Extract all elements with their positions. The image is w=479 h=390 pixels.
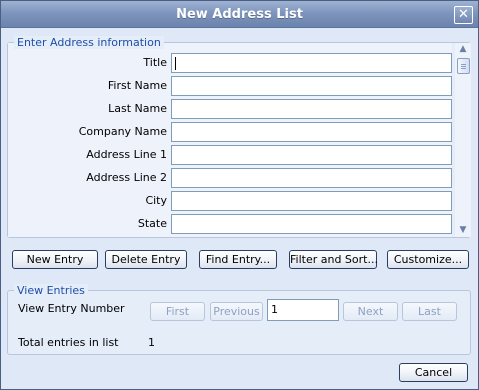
customize-button[interactable]: Customize...	[387, 250, 469, 269]
delete-entry-button[interactable]: Delete Entry	[105, 250, 187, 269]
new-address-list-dialog: New Address List ✕ Title First Name Last…	[0, 0, 479, 390]
field-row-last-name: Last Name	[8, 99, 452, 119]
first-button[interactable]: First	[150, 302, 205, 321]
address-line-2-field[interactable]	[171, 168, 452, 188]
last-name-field[interactable]	[171, 99, 452, 119]
view-entries-group: View Entries View Entry Number First Pre…	[7, 284, 471, 355]
text-caret	[175, 57, 176, 70]
previous-button[interactable]: Previous	[210, 302, 263, 321]
address-group-legend: Enter Address information	[14, 36, 164, 49]
field-row-city: City	[8, 191, 452, 211]
state-field[interactable]	[171, 214, 452, 234]
field-row-first-name: First Name	[8, 76, 452, 96]
field-label-last-name: Last Name	[108, 102, 167, 115]
title-field[interactable]	[171, 53, 452, 73]
field-row-title: Title	[8, 53, 452, 73]
field-row-address-line-2: Address Line 2	[8, 168, 452, 188]
address-field-list: Title First Name Last Name Company Name …	[8, 43, 452, 237]
last-button[interactable]: Last	[402, 302, 457, 321]
filter-and-sort-button[interactable]: Filter and Sort...	[289, 250, 378, 269]
close-icon: ✕	[458, 7, 469, 22]
address-scrollbar[interactable]: ▲ ▼	[455, 43, 471, 237]
entry-number-input[interactable]: 1	[267, 299, 339, 321]
first-name-field[interactable]	[171, 76, 452, 96]
field-label-first-name: First Name	[107, 79, 167, 92]
scroll-down-icon[interactable]: ▼	[457, 225, 469, 235]
company-name-field[interactable]	[171, 122, 452, 142]
scroll-up-icon[interactable]: ▲	[457, 44, 469, 54]
city-field[interactable]	[171, 191, 452, 211]
field-label-city: City	[145, 194, 167, 207]
field-label-company-name: Company Name	[78, 125, 167, 138]
next-button[interactable]: Next	[343, 302, 398, 321]
total-entries-label: Total entries in list	[18, 336, 119, 349]
field-label-address-line-1: Address Line 1	[86, 148, 167, 161]
field-label-title: Title	[143, 56, 167, 69]
find-entry-button[interactable]: Find Entry...	[199, 250, 277, 269]
field-row-company-name: Company Name	[8, 122, 452, 142]
field-row-address-line-1: Address Line 1	[8, 145, 452, 165]
close-button[interactable]: ✕	[454, 6, 473, 24]
cancel-button[interactable]: Cancel	[399, 363, 468, 382]
address-information-group: Title First Name Last Name Company Name …	[7, 36, 471, 238]
field-label-state: State	[137, 217, 167, 230]
view-entry-number-label: View Entry Number	[18, 302, 125, 315]
field-label-address-line-2: Address Line 2	[86, 171, 167, 184]
total-entries-value: 1	[148, 336, 155, 349]
field-row-state: State	[8, 214, 452, 234]
view-group-legend: View Entries	[14, 284, 88, 297]
new-entry-button[interactable]: New Entry	[12, 250, 98, 269]
address-line-1-field[interactable]	[171, 145, 452, 165]
window-title: New Address List	[176, 7, 303, 22]
title-bar[interactable]: New Address List ✕	[1, 1, 478, 28]
scroll-thumb[interactable]	[457, 58, 470, 74]
